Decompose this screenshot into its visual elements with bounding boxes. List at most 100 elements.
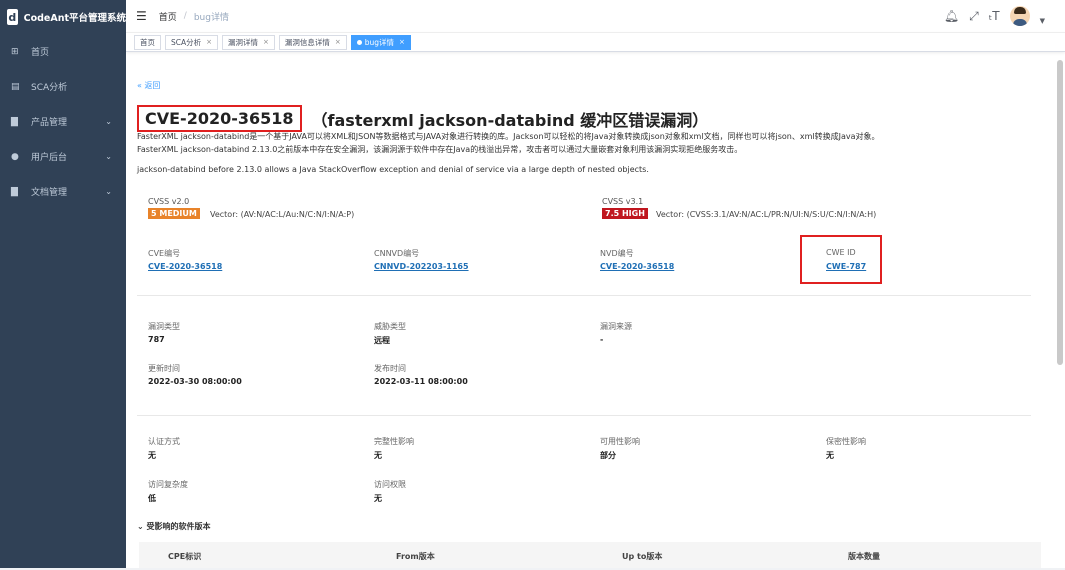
sidebar-item-sca[interactable]: ▤ SCA分析 — [0, 69, 126, 104]
confidentiality-label: 保密性影响 — [826, 437, 866, 446]
threat-type-value: 远程 — [374, 336, 390, 345]
cvss-v3-badge: 7.5 HIGH — [602, 208, 648, 219]
vuln-type-label: 漏洞类型 — [148, 322, 180, 331]
back-link[interactable]: « 返回 — [137, 80, 160, 91]
vuln-source-value: - — [600, 335, 604, 344]
bell-icon[interactable]: 🔔︎ — [944, 9, 959, 23]
navbar: ☰ 首页 / bug详情 🔔︎ ⤢ ₜT ▼ — [126, 0, 1065, 33]
cnnvd-link[interactable]: CNNVD-202203-1165 — [374, 262, 469, 271]
close-icon[interactable]: × — [335, 38, 341, 46]
cwe-label: CWE ID — [826, 248, 856, 257]
tag-home[interactable]: 首页 — [134, 34, 161, 50]
integrity-label: 完整性影响 — [374, 437, 414, 446]
column-header: From版本 — [396, 552, 435, 561]
published-value: 2022-03-11 08:00:00 — [374, 377, 468, 386]
description-line: FasterXML jackson-databind是一个基于JAVA可以将XM… — [137, 132, 880, 141]
main-area: ☰ 首页 / bug详情 🔔︎ ⤢ ₜT ▼ 首页 SCA分析 × 漏洞详情 ×… — [126, 0, 1065, 568]
tag-label: SCA分析 — [171, 37, 202, 47]
cvss-v2-vector: Vector: (AV:N/AC:L/Au:N/C:N/I:N/A:P) — [210, 210, 355, 219]
tag-label: 首页 — [140, 37, 155, 47]
app-title: CodeAnt平台管理系统 — [23, 13, 126, 24]
document-icon: ▇ — [11, 116, 18, 127]
close-icon[interactable]: × — [263, 38, 269, 46]
tag-label: bug详情 — [364, 37, 395, 47]
sidebar-item-products[interactable]: ▇ 产品管理 ⌄ — [0, 104, 126, 139]
vuln-type-value: 787 — [148, 335, 165, 344]
fullscreen-icon[interactable]: ⤢ — [969, 9, 979, 24]
font-size-icon[interactable]: ₜT — [989, 9, 1000, 23]
cvss-v3-label: CVSS v3.1 — [602, 197, 644, 206]
scrollbar-thumb[interactable] — [1057, 60, 1063, 365]
column-header: CPE标识 — [168, 552, 202, 561]
section-title-label: 受影响的软件版本 — [146, 522, 211, 531]
tag-sca[interactable]: SCA分析 × — [165, 34, 219, 50]
app-logo[interactable]: d CodeAnt平台管理系统 — [0, 0, 126, 34]
vuln-name-heading: （fasterxml jackson-databind 缓冲区错误漏洞） — [311, 110, 709, 130]
breadcrumb-current: bug详情 — [193, 12, 229, 23]
description-line: FasterXML jackson-databind 2.13.0之前版本中存在… — [137, 144, 743, 154]
divider — [137, 415, 1031, 416]
page-title: CVE-2020-36518 （fasterxml jackson-databi… — [137, 105, 708, 132]
complexity-value: 低 — [148, 494, 156, 503]
tag-vuln-info-detail[interactable]: 漏洞信息详情 × — [278, 34, 347, 50]
cve-label: CVE编号 — [148, 249, 181, 258]
user-icon: ● — [11, 151, 19, 162]
caret-down-icon[interactable]: ▼ — [1040, 17, 1045, 25]
tag-label: 漏洞信息详情 — [284, 37, 330, 47]
auth-label: 认证方式 — [148, 437, 180, 446]
sidebar-item-label: 文档管理 — [31, 188, 68, 198]
table-icon: ▤ — [11, 81, 20, 92]
avatar[interactable] — [1009, 6, 1030, 26]
vuln-source-label: 漏洞来源 — [600, 322, 632, 331]
affected-table-header: CPE标识 From版本 Up to版本 版本数量 — [139, 542, 1041, 568]
sidebar-item-docs[interactable]: ▇ 文档管理 ⌄ — [0, 174, 126, 209]
document-icon: ▇ — [11, 186, 18, 197]
availability-value: 部分 — [600, 451, 616, 460]
logo-icon: d — [7, 9, 18, 25]
active-dot-icon — [356, 39, 362, 45]
tag-bug-detail[interactable]: bug详情 × — [350, 34, 411, 50]
details-card: CVSS v2.0 5 MEDIUM Vector: (AV:N/AC:L/Au… — [137, 183, 1042, 568]
cvss-v3-vector: Vector: (CVSS:3.1/AV:N/AC:L/PR:N/UI:N/S:… — [656, 210, 877, 219]
sidebar-item-home[interactable]: ⊞ 首页 — [0, 34, 126, 69]
updated-label: 更新时间 — [148, 364, 180, 373]
auth-value: 无 — [148, 451, 156, 460]
cvss-v2-label: CVSS v2.0 — [148, 197, 190, 206]
sidebar-item-label: 产品管理 — [31, 118, 68, 128]
sidebar-item-users[interactable]: ● 用户后台 ⌄ — [0, 139, 126, 174]
tag-vuln-detail[interactable]: 漏洞详情 × — [222, 34, 275, 50]
cwe-highlight-box — [800, 235, 882, 284]
chevron-down-icon: ⌄ — [105, 187, 112, 196]
breadcrumb-home[interactable]: 首页 — [159, 10, 177, 23]
navbar-actions: 🔔︎ ⤢ ₜT ▼ — [944, 6, 1045, 26]
tag-label: 漏洞详情 — [228, 37, 259, 47]
cve-id-heading: CVE-2020-36518 — [137, 105, 302, 132]
nvd-link[interactable]: CVE-2020-36518 — [600, 262, 674, 271]
sidebar-item-label: SCA分析 — [31, 83, 68, 93]
tags-view: 首页 SCA分析 × 漏洞详情 × 漏洞信息详情 × bug详情 × — [126, 33, 1065, 52]
divider — [137, 295, 1031, 296]
published-label: 发布时间 — [374, 364, 406, 373]
description-zh: FasterXML jackson-databind是一个基于JAVA可以将XM… — [137, 131, 1017, 156]
chevron-down-icon: ⌄ — [137, 522, 144, 531]
access-value: 无 — [374, 494, 382, 503]
scrollbar[interactable] — [1057, 60, 1063, 570]
sidebar-item-label: 首页 — [31, 48, 50, 58]
integrity-value: 无 — [374, 451, 382, 460]
access-label: 访问权限 — [374, 480, 406, 489]
hamburger-icon[interactable]: ☰ — [136, 9, 147, 23]
cve-link[interactable]: CVE-2020-36518 — [148, 262, 222, 271]
close-icon[interactable]: × — [206, 38, 212, 46]
threat-type-label: 威胁类型 — [374, 322, 406, 331]
column-header: Up to版本 — [622, 552, 663, 561]
chevron-down-icon: ⌄ — [105, 117, 112, 126]
affected-versions-title[interactable]: ⌄ 受影响的软件版本 — [137, 521, 211, 532]
nvd-label: NVD编号 — [600, 249, 634, 258]
close-icon[interactable]: × — [399, 38, 405, 46]
confidentiality-value: 无 — [826, 451, 834, 460]
complexity-label: 访问复杂度 — [148, 480, 188, 489]
availability-label: 可用性影响 — [600, 437, 640, 446]
sidebar: d CodeAnt平台管理系统 ⊞ 首页 ▤ SCA分析 ▇ 产品管理 ⌄ ● … — [0, 0, 126, 568]
cwe-link[interactable]: CWE-787 — [826, 262, 866, 271]
cnnvd-label: CNNVD编号 — [374, 249, 420, 258]
